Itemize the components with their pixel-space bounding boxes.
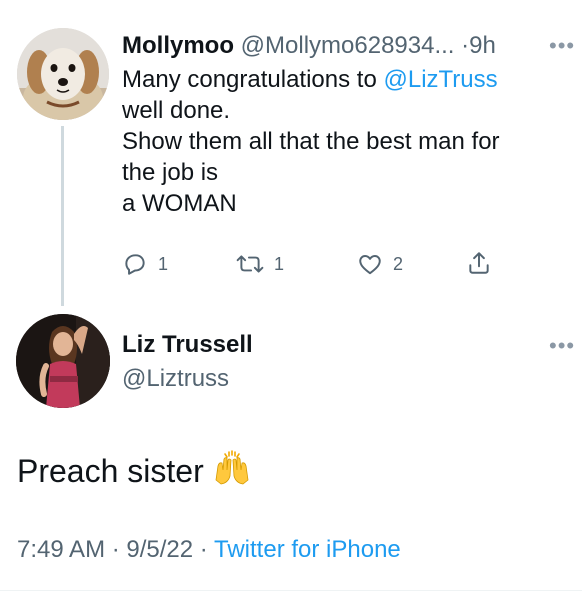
reply-line-1: Many congratulations to @LizTruss xyxy=(122,64,562,95)
retweet-button[interactable]: 1 xyxy=(236,250,284,278)
woman-avatar[interactable] xyxy=(16,314,110,408)
reply-line-2: well done. xyxy=(122,97,231,124)
reply-count: 1 xyxy=(158,254,169,274)
more-options-icon[interactable]: ••• xyxy=(549,335,575,357)
divider xyxy=(0,590,582,591)
comment-icon xyxy=(125,254,145,275)
reply-line-1-prefix: Many congratulations to xyxy=(122,66,384,93)
reply-button[interactable]: 1 xyxy=(122,250,168,278)
reply-line-3: Show them all that the best man for xyxy=(122,128,500,155)
retweet-icon xyxy=(236,255,264,273)
tweet-source-link[interactable]: Twitter for iPhone xyxy=(214,536,401,563)
reply-time[interactable]: 9h xyxy=(469,32,496,59)
like-button[interactable]: 2 xyxy=(357,250,403,278)
raising-hands-emoji-icon xyxy=(212,450,252,495)
mention-link[interactable]: @LizTruss xyxy=(383,66,497,93)
more-options-icon[interactable]: ••• xyxy=(549,35,575,57)
reply-line-5: a WOMAN xyxy=(122,190,237,217)
reply-text: Many congratulations to @LizTruss well d… xyxy=(122,64,562,219)
tweet-text: Preach sister xyxy=(17,450,252,495)
dog-avatar[interactable] xyxy=(17,28,109,120)
thread-connector-line xyxy=(61,126,64,306)
reply-header: Mollymoo @Mollymo628934... ·9h xyxy=(122,30,562,62)
author-handle[interactable]: @Liztruss xyxy=(122,364,229,394)
reply-separator: · xyxy=(461,32,470,59)
tweet-text-content: Preach sister xyxy=(17,453,204,489)
author-display-name[interactable]: Liz Trussell xyxy=(122,330,253,360)
tweet-timestamp[interactable]: 7:49 AM · 9/5/22 · xyxy=(17,536,214,563)
heart-icon xyxy=(359,255,381,275)
reply-action-bar: 1 1 2 xyxy=(0,250,582,278)
reply-line-4: the job is xyxy=(122,159,219,186)
reply-display-name[interactable]: Mollymoo xyxy=(122,32,234,59)
reply-handle[interactable]: @Mollymo628934... xyxy=(241,32,455,59)
like-count: 2 xyxy=(393,254,404,274)
retweet-count: 1 xyxy=(274,254,285,274)
share-icon xyxy=(469,252,489,274)
tweet-metadata: 7:49 AM · 9/5/22 · Twitter for iPhone xyxy=(17,534,401,566)
share-button[interactable] xyxy=(466,250,492,276)
